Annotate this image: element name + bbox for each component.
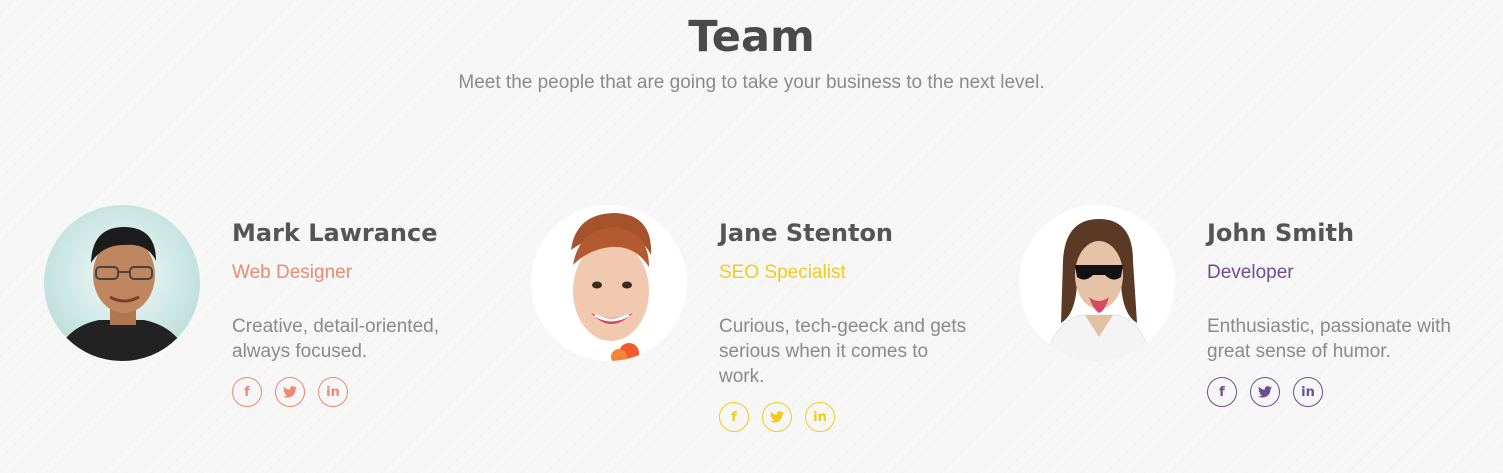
twitter-icon [770, 411, 784, 423]
linkedin-icon: in [813, 409, 827, 425]
avatar-photo [1019, 205, 1175, 361]
section-title: Team [688, 12, 815, 62]
member-bio: Enthusiastic, passionate with great sens… [1207, 316, 1451, 362]
member-bio: Creative, detail-oriented, always focuse… [232, 316, 439, 362]
team-member-card: Jane Stenton SEO Specialist Curious, tec… [531, 205, 1001, 445]
avatar-photo [44, 205, 200, 361]
member-name: Mark Lawrance [232, 219, 438, 247]
facebook-icon: f [731, 409, 737, 425]
linkedin-icon: in [326, 384, 340, 400]
social-links: f in [1207, 377, 1323, 407]
linkedin-button[interactable]: in [318, 377, 348, 407]
twitter-button[interactable] [1250, 377, 1280, 407]
twitter-button[interactable] [762, 402, 792, 432]
member-name: John Smith [1207, 219, 1355, 247]
member-role: Web Designer [232, 262, 353, 283]
team-member-card: John Smith Developer Enthusiastic, passi… [1019, 205, 1489, 445]
facebook-button[interactable]: f [232, 377, 262, 407]
section-subtitle: Meet the people that are going to take y… [458, 72, 1045, 93]
linkedin-button[interactable]: in [1293, 377, 1323, 407]
avatar [1019, 205, 1175, 361]
twitter-button[interactable] [275, 377, 305, 407]
member-role: SEO Specialist [719, 262, 846, 283]
facebook-button[interactable]: f [719, 402, 749, 432]
facebook-button[interactable]: f [1207, 377, 1237, 407]
facebook-icon: f [1219, 384, 1225, 400]
social-links: f in [232, 377, 348, 407]
social-links: f in [719, 402, 835, 432]
avatar [531, 205, 687, 361]
linkedin-icon: in [1301, 384, 1315, 400]
twitter-icon [283, 386, 297, 398]
avatar-photo [531, 205, 687, 361]
avatar [44, 205, 200, 361]
facebook-icon: f [244, 384, 250, 400]
team-member-card: Mark Lawrance Web Designer Creative, det… [44, 205, 514, 445]
member-name: Jane Stenton [719, 219, 894, 247]
member-bio: Curious, tech-geeck and gets serious whe… [719, 316, 967, 387]
member-role: Developer [1207, 262, 1294, 283]
twitter-icon [1258, 386, 1272, 398]
linkedin-button[interactable]: in [805, 402, 835, 432]
